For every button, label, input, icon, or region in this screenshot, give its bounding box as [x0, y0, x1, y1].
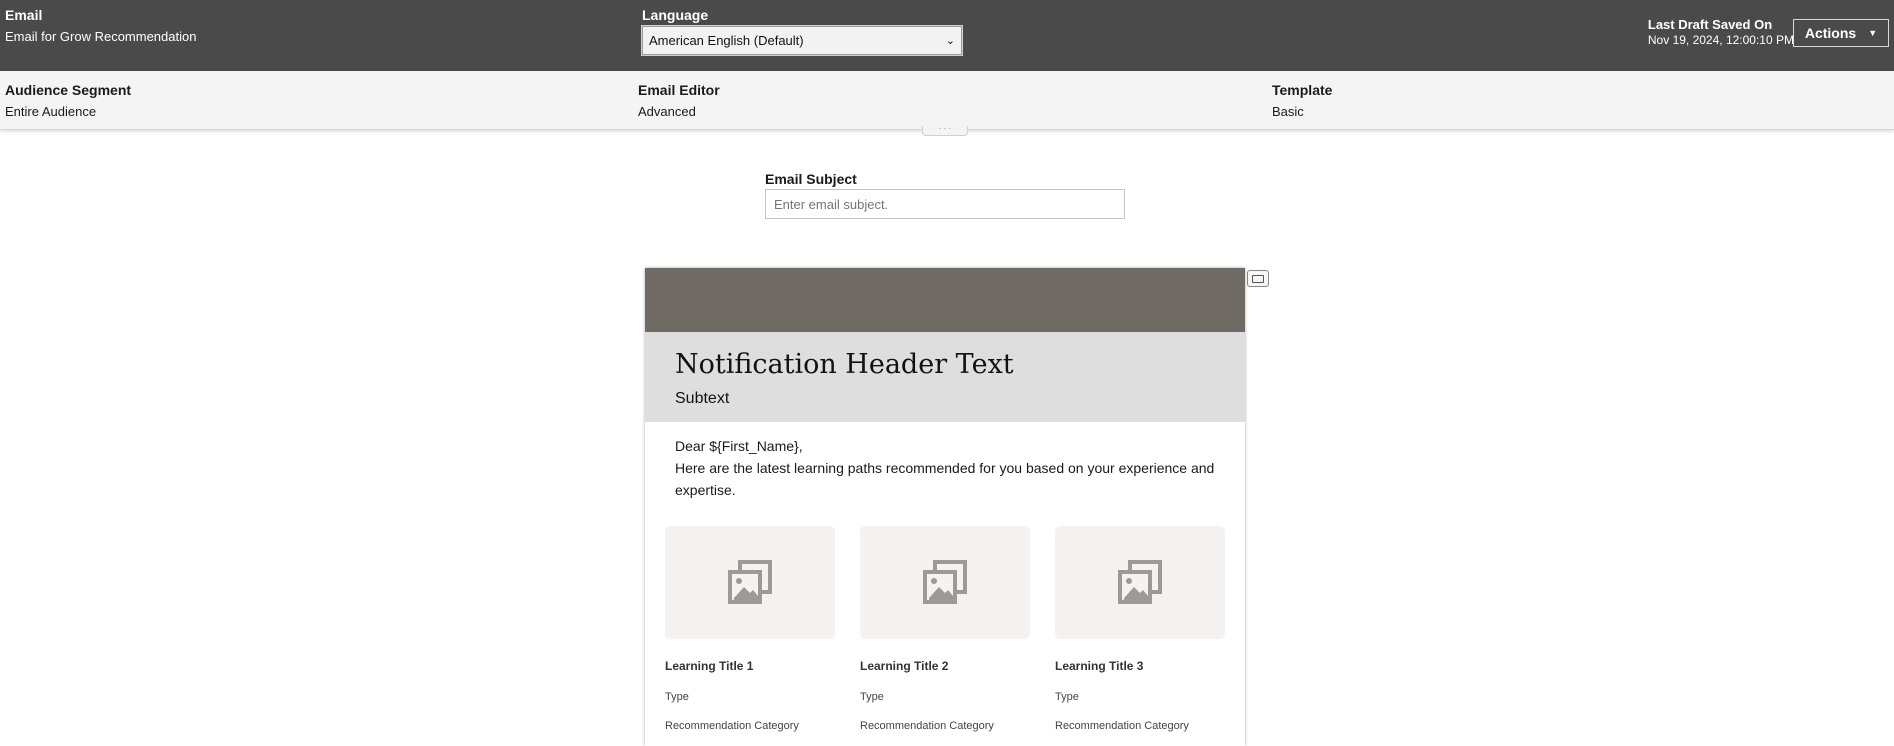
audience-segment-label: Audience Segment — [5, 82, 132, 98]
last-saved: Last Draft Saved On Nov 19, 2024, 12:00:… — [1648, 17, 1794, 48]
email-name: Email for Grow Recommendation — [5, 29, 197, 44]
info-bar: Audience Segment Entire Audience Email E… — [0, 71, 1894, 130]
learning-card[interactable]: Learning Title 2 Type Recommendation Cat… — [860, 526, 1030, 732]
image-placeholder-icon — [860, 526, 1030, 639]
top-header: Email Email for Grow Recommendation Lang… — [0, 0, 1894, 71]
learning-card[interactable]: Learning Title 1 Type Recommendation Cat… — [665, 526, 835, 732]
actions-button[interactable]: Actions ▼ — [1793, 19, 1889, 47]
image-placeholder-icon — [665, 526, 835, 639]
email-body-text: Here are the latest learning paths recom… — [675, 460, 1215, 498]
desktop-preview-icon[interactable] — [1247, 270, 1269, 287]
email-greeting: Dear ${First_Name}, — [675, 438, 803, 454]
learning-card-type: Type — [665, 691, 689, 703]
email-subject: Email Subject — [765, 171, 1125, 219]
learning-card-type: Type — [860, 691, 884, 703]
language-block: Language American English (Default) ⌄ — [641, 7, 963, 56]
email-preview[interactable]: Notification Header Text Subtext Dear ${… — [645, 268, 1245, 746]
learning-card-title: Learning Title 1 — [665, 659, 754, 673]
email-body[interactable]: Dear ${First_Name}, Here are the latest … — [645, 422, 1245, 501]
learning-card-type: Type — [1055, 691, 1079, 703]
email-editor-value: Advanced — [638, 104, 696, 119]
chevron-down-icon: ⌄ — [945, 35, 955, 47]
email-banner — [645, 268, 1245, 332]
audience-segment: Audience Segment Entire Audience — [5, 82, 131, 119]
learning-card-title: Learning Title 2 — [860, 659, 949, 673]
learning-card-title: Learning Title 3 — [1055, 659, 1144, 673]
collapse-handle[interactable]: · · · — [922, 125, 968, 136]
last-saved-timestamp: Nov 19, 2024, 12:00:10 PM — [1647, 33, 1794, 47]
learning-card-category: Recommendation Category — [665, 720, 799, 732]
learning-card[interactable]: Learning Title 3 Type Recommendation Cat… — [1055, 526, 1225, 732]
language-selected-value: American English (Default) — [649, 33, 804, 48]
language-label: Language — [642, 7, 709, 23]
template-label: Template — [1272, 82, 1333, 98]
learning-cards: Learning Title 1 Type Recommendation Cat… — [665, 526, 1225, 732]
email-subject-label: Email Subject — [765, 171, 857, 187]
actions-label: Actions — [1804, 25, 1857, 41]
email-editor: Email Editor Advanced — [638, 82, 720, 119]
notification-header-title: Notification Header Text — [675, 349, 1014, 380]
audience-segment-value: Entire Audience — [5, 104, 97, 119]
email-editor-label: Email Editor — [638, 82, 720, 98]
email-subject-input[interactable] — [765, 189, 1125, 219]
notification-subtext: Subtext — [675, 390, 730, 407]
learning-card-category: Recommendation Category — [860, 720, 994, 732]
learning-card-category: Recommendation Category — [1055, 720, 1189, 732]
image-placeholder-icon — [1055, 526, 1225, 639]
template-value: Basic — [1272, 104, 1304, 119]
notification-header[interactable]: Notification Header Text Subtext — [645, 332, 1245, 422]
template: Template Basic — [1272, 82, 1332, 119]
email-info: Email Email for Grow Recommendation — [5, 7, 196, 44]
triangle-down-icon: ▼ — [1868, 28, 1878, 38]
email-label: Email — [5, 7, 43, 23]
language-select[interactable]: American English (Default) ⌄ — [641, 25, 963, 56]
last-saved-label: Last Draft Saved On — [1647, 17, 1773, 32]
